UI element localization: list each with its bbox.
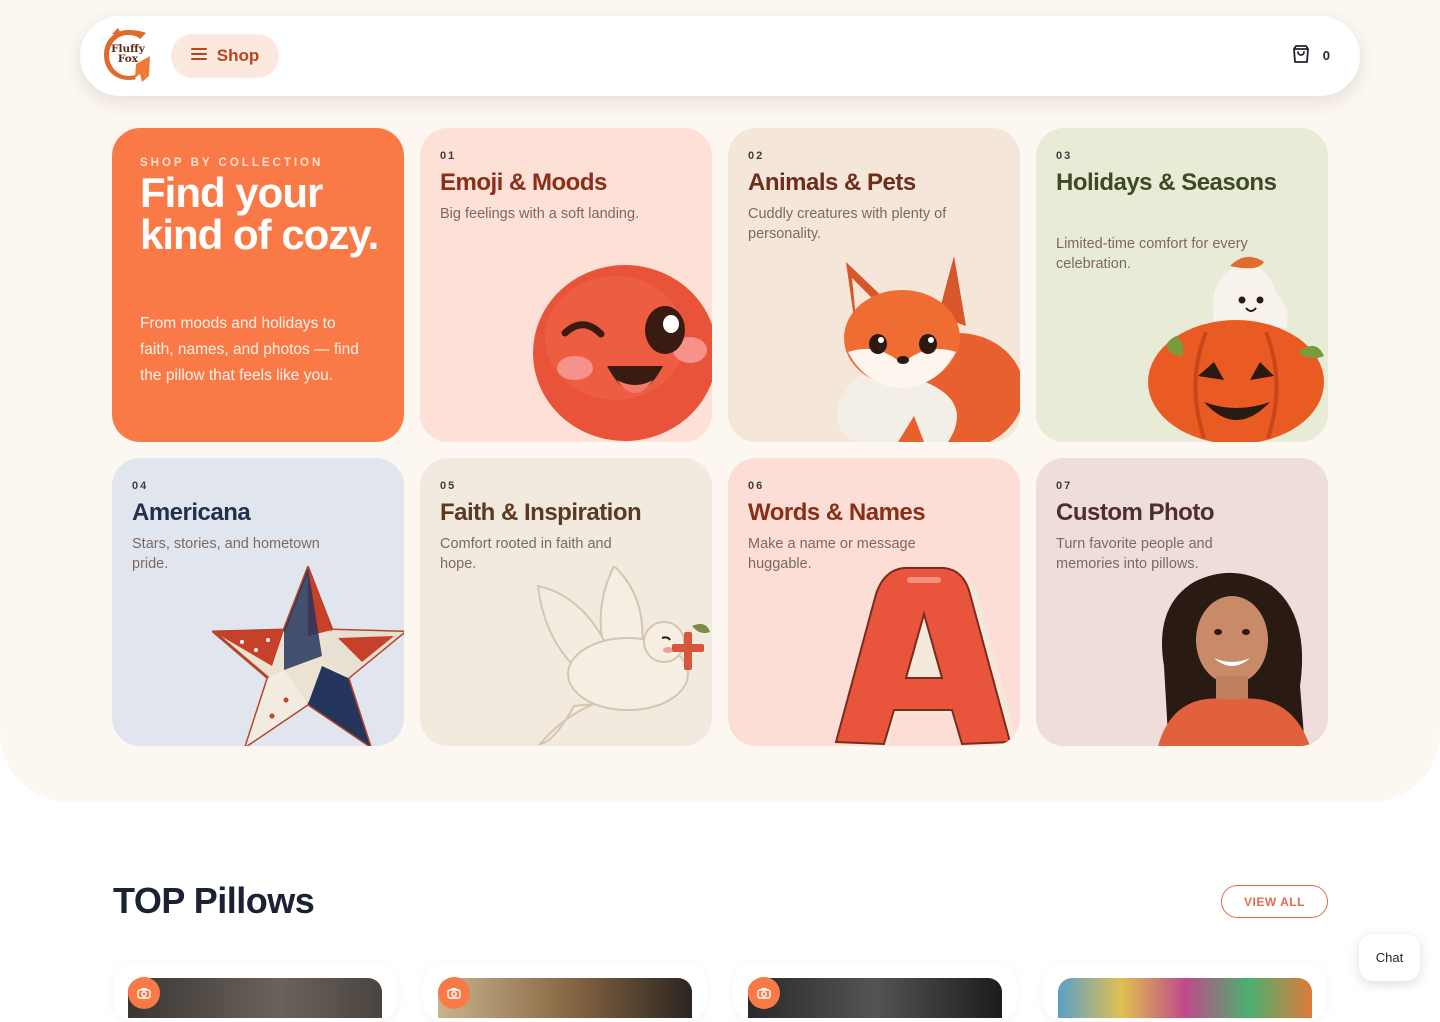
view-all-button[interactable]: VIEW ALL [1221,885,1328,918]
collection-title: Faith & Inspiration [440,499,642,526]
collection-card-holidays-seasons[interactable]: 03 Holidays & Seasons Limited-time comfo… [1036,128,1328,442]
top-pillows-title: TOP Pillows [113,880,315,921]
collection-number: 02 [748,150,765,162]
star-pillow-image [210,563,404,746]
intro-headline: Find your kind of cozy. [140,169,379,258]
product-card[interactable] [733,962,1017,1022]
menu-icon [190,46,207,66]
shopping-bag-icon [1291,44,1311,67]
svg-text:Fox: Fox [118,53,139,65]
collection-card-custom-photo[interactable]: 07 Custom Photo Turn favorite people and… [1036,458,1328,746]
dove-pillow-image [534,564,712,746]
collection-title: Americana [132,499,251,526]
camera-icon [438,977,470,1009]
collection-description: Cuddly creatures with plenty of personal… [748,206,947,242]
pumpkin-ghost-pillow-image [1146,252,1328,442]
product-image [1058,978,1312,1018]
product-card[interactable] [423,962,707,1022]
camera-icon [128,977,160,1009]
collection-number: 01 [440,150,457,162]
chat-button[interactable]: Chat [1359,934,1420,981]
custom-photo-pillow-image [1154,566,1314,746]
product-card[interactable] [1043,962,1327,1022]
collection-description: Big feelings with a soft landing. [440,206,640,222]
shop-label: Shop [216,46,260,65]
collection-intro-card: SHOP BY COLLECTION Find your kind of coz… [112,128,404,442]
letter-a-pillow-image [828,566,1020,746]
product-image [128,978,382,1018]
collection-number: 03 [1056,150,1073,162]
shop-menu-button[interactable]: Shop [171,34,279,78]
fluffy-fox-logo[interactable]: Fluffy Fox [102,26,154,84]
collection-title: Custom Photo [1056,499,1214,526]
product-image [438,978,692,1018]
product-card[interactable] [113,962,397,1022]
collection-card-emoji-moods[interactable]: 01 Emoji & Moods Big feelings with a sof… [420,128,712,442]
intro-eyebrow: SHOP BY COLLECTION [140,157,324,169]
collection-title: Holidays & Seasons [1056,169,1277,196]
collection-number: 04 [132,480,149,492]
cart-button[interactable]: 0 [1291,44,1330,67]
fox-pillow-image [828,256,1020,442]
collection-title: Words & Names [748,499,926,526]
emoji-pillow-image [525,258,712,442]
collection-number: 05 [440,480,457,492]
collection-title: Emoji & Moods [440,169,607,196]
product-image [748,978,1002,1018]
collection-card-americana[interactable]: 04 Americana Stars, stories, and hometow… [112,458,404,746]
collection-title: Animals & Pets [748,169,916,196]
cart-count: 0 [1322,48,1330,63]
collection-card-faith-inspiration[interactable]: 05 Faith & Inspiration Comfort rooted in… [420,458,712,746]
camera-icon [748,977,780,1009]
collection-card-words-names[interactable]: 06 Words & Names Make a name or message … [728,458,1020,746]
intro-body: From moods and holidays to faith, names,… [140,315,359,384]
site-header: Fluffy Fox Shop 0 [80,16,1360,96]
collection-card-animals-pets[interactable]: 02 Animals & Pets Cuddly creatures with … [728,128,1020,442]
collection-number: 07 [1056,480,1073,492]
collection-number: 06 [748,480,765,492]
